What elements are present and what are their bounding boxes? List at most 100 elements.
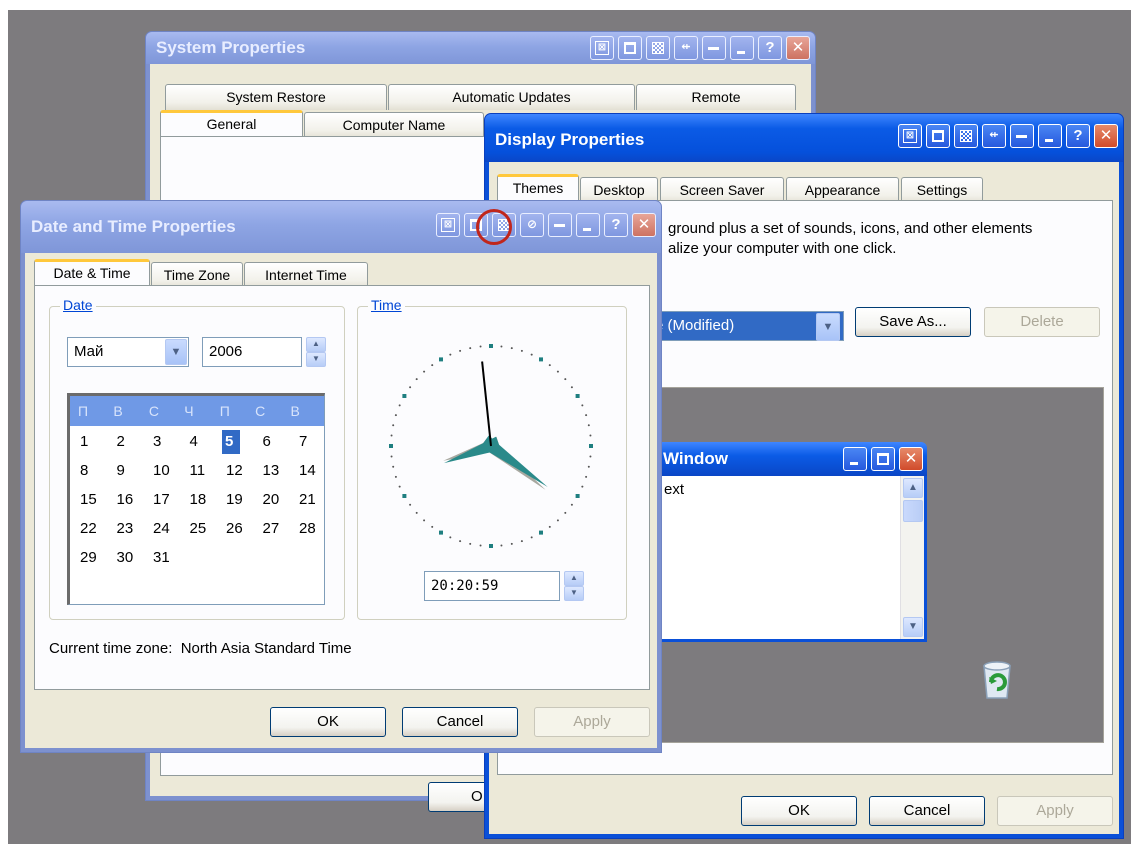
calendar-day[interactable]: 4 <box>186 430 223 454</box>
weekday: В <box>113 403 123 419</box>
close-button[interactable]: ✕ <box>786 36 810 60</box>
calendar-day[interactable]: 31 <box>149 546 186 570</box>
calendar-day[interactable]: 1 <box>76 430 113 454</box>
calendar-day[interactable]: 18 <box>186 488 223 512</box>
help-button[interactable]: ? <box>758 36 782 60</box>
clock-minute-mark <box>479 544 482 547</box>
calendar-day[interactable]: 21 <box>295 488 332 512</box>
cancel-button[interactable]: Cancel <box>402 707 518 737</box>
extra-1-button[interactable]: ⊠ <box>436 213 460 237</box>
save-as-button[interactable]: Save As... <box>855 307 971 337</box>
calendar-day[interactable]: 7 <box>295 430 332 454</box>
tab-date-time[interactable]: Date & Time <box>34 259 150 285</box>
delete-button[interactable]: Delete <box>984 307 1100 337</box>
timezone-text: Current time zone: North Asia Standard T… <box>49 640 352 657</box>
pin-button[interactable]: ⊘ <box>520 213 544 237</box>
pin-button[interactable]: ⇷ <box>674 36 698 60</box>
tab-themes[interactable]: Themes <box>497 174 579 200</box>
minimize-button[interactable] <box>576 213 600 237</box>
time-field[interactable]: 20:20:59 <box>424 571 560 601</box>
tab-system-restore[interactable]: System Restore <box>165 84 387 110</box>
system-properties-titlebar[interactable]: System Properties ⊠ ⇷ ? ✕ <box>146 32 815 64</box>
time-spin-up-icon[interactable]: ▲ <box>564 571 584 586</box>
calendar-day[interactable]: 9 <box>113 459 150 483</box>
extra-3-button[interactable] <box>954 124 978 148</box>
calendar-day[interactable]: 27 <box>259 517 296 541</box>
scroll-up-icon: ▲ <box>903 478 923 498</box>
extra-1-button[interactable]: ⊠ <box>590 36 614 60</box>
preview-window: Window ✕ ext ▲ ▼ <box>655 442 927 642</box>
calendar-day-selected[interactable]: 5 <box>222 430 240 454</box>
pin-button[interactable]: ⇷ <box>982 124 1006 148</box>
collapse-button[interactable] <box>1010 124 1034 148</box>
extra-3-button[interactable] <box>646 36 670 60</box>
collapse-button[interactable] <box>548 213 572 237</box>
calendar-day[interactable]: 11 <box>186 459 223 483</box>
calendar-day[interactable]: 15 <box>76 488 113 512</box>
calendar-day[interactable]: 20 <box>259 488 296 512</box>
ok-button[interactable]: OK <box>270 707 386 737</box>
calendar-day[interactable]: 24 <box>149 517 186 541</box>
theme-description-line-2: alize your computer with one click. <box>668 240 897 257</box>
collapse-button[interactable] <box>702 36 726 60</box>
calendar-day[interactable]: 22 <box>76 517 113 541</box>
calendar-day[interactable]: 8 <box>76 459 113 483</box>
calendar-day[interactable]: 26 <box>222 517 259 541</box>
tab-general[interactable]: General <box>160 110 303 136</box>
preview-minimize-icon <box>843 447 867 471</box>
chevron-down-icon[interactable]: ▼ <box>165 339 187 365</box>
tab-remote[interactable]: Remote <box>636 84 796 110</box>
chevron-down-icon[interactable]: ▼ <box>816 313 840 341</box>
clock-minute-mark <box>392 424 395 427</box>
extra-2-button[interactable] <box>618 36 642 60</box>
calendar-day[interactable]: 30 <box>113 546 150 570</box>
calendar-day[interactable]: 14 <box>295 459 332 483</box>
calendar-day[interactable]: 10 <box>149 459 186 483</box>
calendar-day[interactable]: 19 <box>222 488 259 512</box>
calendar-week: 1 2 3 4 5 6 7 <box>76 430 332 454</box>
year-spin-down-icon[interactable]: ▼ <box>306 352 326 367</box>
calendar-day[interactable]: 25 <box>186 517 223 541</box>
clock-minute-mark <box>556 519 559 522</box>
calendar-day[interactable]: 16 <box>113 488 150 512</box>
calendar-day[interactable]: 3 <box>149 430 186 454</box>
calendar-day[interactable]: 29 <box>76 546 113 570</box>
tab-automatic-updates[interactable]: Automatic Updates <box>388 84 635 110</box>
display-properties-titlebar[interactable]: Display Properties ⊠ ⇷ ? ✕ <box>485 114 1123 162</box>
help-button[interactable]: ? <box>1066 124 1090 148</box>
clock-minute-mark <box>409 386 412 389</box>
year-spin-up-icon[interactable]: ▲ <box>306 337 326 352</box>
help-button[interactable]: ? <box>604 213 628 237</box>
year-field[interactable]: 2006 <box>202 337 302 367</box>
calendar-day[interactable]: 6 <box>259 430 296 454</box>
cancel-button[interactable]: Cancel <box>869 796 985 826</box>
calendar-day[interactable]: 2 <box>113 430 150 454</box>
close-button[interactable]: ✕ <box>1094 124 1118 148</box>
extra-1-button[interactable]: ⊠ <box>898 124 922 148</box>
date-time-titlebar[interactable]: Date and Time Properties ⊠ ⊘ ? ✕ <box>21 201 661 253</box>
close-button[interactable]: ✕ <box>632 213 656 237</box>
calendar-day[interactable]: 23 <box>113 517 150 541</box>
clock-minute-mark <box>394 475 397 478</box>
time-spin-down-icon[interactable]: ▼ <box>564 586 584 601</box>
window-title: Display Properties <box>495 130 645 149</box>
calendar-day[interactable]: 12 <box>222 459 259 483</box>
calendar-day[interactable]: 13 <box>259 459 296 483</box>
tab-computer-name[interactable]: Computer Name <box>304 112 484 138</box>
calendar-day[interactable]: 28 <box>295 517 332 541</box>
scroll-thumb <box>903 500 923 522</box>
clock-hour-mark <box>539 530 543 535</box>
month-select[interactable]: Май ▼ <box>67 337 189 367</box>
apply-button[interactable]: Apply <box>997 796 1113 826</box>
clock-minute-mark <box>581 404 584 407</box>
minimize-button[interactable] <box>1038 124 1062 148</box>
clock-minute-mark <box>423 519 426 522</box>
calendar-day[interactable]: 17 <box>149 488 186 512</box>
minimize-button[interactable] <box>730 36 754 60</box>
ok-button[interactable]: OK <box>741 796 857 826</box>
date-time-tab-panel: Date Май ▼ 2006 ▲ ▼ П В С Ч П С В 1 2 3 … <box>34 285 650 690</box>
extra-2-button[interactable] <box>926 124 950 148</box>
apply-button[interactable]: Apply <box>534 707 650 737</box>
theme-select[interactable]: e (Modified) <box>648 311 844 341</box>
weekday: П <box>78 403 89 419</box>
